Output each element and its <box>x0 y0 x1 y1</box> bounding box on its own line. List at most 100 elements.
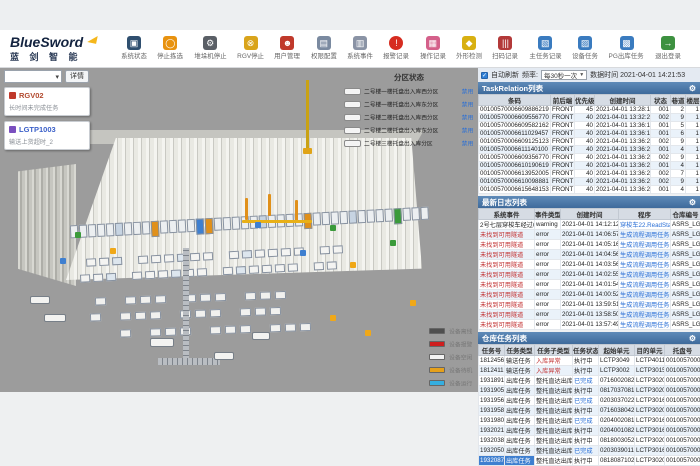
zone-disable-link[interactable]: 禁用 <box>462 139 474 148</box>
table-cell: 整托直达出库 <box>535 406 573 416</box>
column-header[interactable]: 任务号 <box>479 345 505 356</box>
table-row[interactable]: 00100570006610190619FRONT402021-04-01 13… <box>479 162 700 170</box>
table-row[interactable]: 00100570006613952005FRONT402021-04-01 13… <box>479 170 700 178</box>
right-data-panel: ✓ 自动刷新 频率: 每30秒一次▼ 数据时间 2021-04-01 14:21… <box>478 68 700 398</box>
auto-refresh-checkbox[interactable]: ✓ <box>481 72 488 79</box>
table-row[interactable]: 00100570006609886219FRONT452021-04-01 13… <box>479 106 700 114</box>
table-cell: 00100570006609356770 <box>479 154 551 162</box>
toolbar-button-system-events[interactable]: ▥ 系统事件 <box>346 36 374 61</box>
device-filter-select[interactable]: ▾ <box>4 70 62 83</box>
zone-toggle[interactable] <box>344 101 361 108</box>
table-row[interactable]: 00100570006615648153FRONT402021-04-01 13… <box>479 186 700 194</box>
table-row[interactable]: 1931905出库任务整托直达出库执行中0817037081LCTP302000… <box>479 386 700 396</box>
table-row[interactable]: 1931956出库任务整托直达出库已完成0203037022LCTP301600… <box>479 396 700 406</box>
column-header[interactable]: 起始单元 <box>599 345 635 356</box>
conveyor-cell <box>151 221 160 237</box>
table-row[interactable]: 未找到可用隧道error2021-04-01 14:05:16生成流程调用任务引… <box>479 240 700 250</box>
column-header[interactable]: 任务子类型 <box>535 345 573 356</box>
zone-disable-link[interactable]: 禁用 <box>462 87 474 96</box>
toolbar-button-user-admin[interactable]: ☻ 用户管理 <box>273 36 301 61</box>
device-alert-card[interactable]: RGV02 长时间未完成任务 <box>4 87 90 116</box>
table-row[interactable]: 00100570006609125123FRONT402021-04-01 13… <box>479 138 700 146</box>
zone-toggle[interactable] <box>344 127 361 134</box>
table-row[interactable]: 未找到可用隧道error2021-04-01 14:02:55生成流程调用任务引… <box>479 270 700 280</box>
conveyor-cell <box>106 223 115 236</box>
table-row[interactable]: 2号七层穿梭车经过03路闪红灯异常warning2021-04-01 14:12… <box>479 220 700 230</box>
table-row[interactable]: 1932021出库任务整托直达出库执行中0204001082LCTP301600… <box>479 426 700 436</box>
table-row[interactable]: 未找到可用隧道error2021-04-01 14:04:56生成流程调用任务引… <box>479 250 700 260</box>
zone-panel-title: 分区状态 <box>344 72 474 83</box>
zone-toggle[interactable] <box>344 88 361 95</box>
table-row[interactable]: 未找到可用隧道error2021-04-01 13:59:51生成流程调用任务引… <box>479 300 700 310</box>
table-row[interactable]: 1812411输送任务入库异常执行中LCTP3002LCTP3015001005… <box>479 366 700 376</box>
table-row[interactable]: 00100570006610098881FRONT402021-04-01 13… <box>479 178 700 186</box>
table-row[interactable]: 未找到可用隧道error2021-04-01 14:06:57生成流程调用任务引… <box>479 230 700 240</box>
table-cell: 2021-04-01 14:05:16 <box>561 240 619 250</box>
device-alert-card[interactable]: LGTP1003 输送上货超时_2 <box>4 121 90 150</box>
table-row[interactable]: 00100570006609556770FRONT402021-04-01 13… <box>479 114 700 122</box>
column-header[interactable]: 前后端 <box>551 95 575 106</box>
table-row[interactable]: 未找到可用隧道error2021-04-01 14:01:54生成流程调用任务引… <box>479 280 700 290</box>
toolbar-button-system-status[interactable]: ▣ 系统状态 <box>120 36 148 61</box>
toolbar-button-perm-config[interactable]: ▤ 权限配置 <box>310 36 338 61</box>
toolbar-button-device-tasks[interactable]: ▨ 设备任务 <box>571 36 599 61</box>
toolbar-button-scan-records[interactable]: ||| 扫码记录 <box>491 36 519 61</box>
column-header[interactable]: 创建时间 <box>595 95 651 106</box>
table-row[interactable]: 未找到可用隧道error2021-04-01 13:58:50生成流程调用任务引… <box>479 310 700 320</box>
column-header[interactable]: 楼层 <box>686 95 700 106</box>
table-row[interactable]: 00100570006609582162FRONT402021-04-01 13… <box>479 122 700 130</box>
column-header[interactable]: 优先级 <box>575 95 595 106</box>
gear-icon[interactable]: ⚙ <box>689 334 696 343</box>
table-row[interactable]: 1931891出库任务整托直达出库已完成0716002082LCTP302000… <box>479 376 700 386</box>
table-row[interactable]: 1932038出库任务整托直达出库执行中0818003052LCTP302000… <box>479 436 700 446</box>
table-row[interactable]: 未找到可用隧道error2021-04-01 14:00:52生成流程调用任务引… <box>479 290 700 300</box>
column-header[interactable]: 创建时间 <box>561 209 619 220</box>
toolbar-button-main-tasks[interactable]: ▧ 主任务记录 <box>528 36 563 61</box>
column-header[interactable]: 事件类型 <box>535 209 561 220</box>
toolbar-button-pg-out-tasks[interactable]: ▩ PG出库任务 <box>607 36 645 61</box>
toolbar-button-shape-check[interactable]: ◆ 外形检测 <box>455 36 483 61</box>
column-header[interactable]: 程序 <box>619 209 671 220</box>
table-row[interactable]: 1812456输送任务入库异常执行中LCTP3049LCTP4011001005… <box>479 356 700 366</box>
toolbar-button-rgv-stop[interactable]: ⊗ RGV停止 <box>236 36 265 61</box>
pallet <box>195 327 206 335</box>
toolbar-button-stop-picking[interactable]: ◯ 停止拣选 <box>156 36 184 61</box>
warehouse-3d-view[interactable]: ▾ 详情 RGV02 长时间未完成任务 LGTP1003 输送上货超时_2 分区… <box>0 68 478 392</box>
zone-toggle[interactable] <box>344 114 361 121</box>
toolbar-button-alarm-records[interactable]: ! 报警记录 <box>382 36 410 61</box>
gear-icon[interactable]: ⚙ <box>689 198 696 207</box>
table-row[interactable]: 00100570006611140100FRONT402021-04-01 13… <box>479 146 700 154</box>
toolbar-button-stacker-stop[interactable]: ⚙ 堆垛机停止 <box>193 36 228 61</box>
zone-disable-link[interactable]: 禁用 <box>462 100 474 109</box>
column-header[interactable]: 任务状态 <box>573 345 599 356</box>
column-header[interactable]: 仓库编号 <box>671 209 700 220</box>
column-header[interactable]: 托盘号 <box>665 345 700 356</box>
detail-button[interactable]: 详情 <box>65 70 89 83</box>
table-row[interactable]: 1932087出库任务整托直达出库执行中0818087102LCTP302000… <box>479 456 700 466</box>
table-cell: 00100570006613952005 <box>479 170 551 178</box>
table-row[interactable]: 1931980出库任务整托直达出库已完成0204002081LCTP301600… <box>479 416 700 426</box>
table-row[interactable]: 1931958出库任务整托直达出库执行中0716038042LCTP302000… <box>479 406 700 416</box>
zone-disable-link[interactable]: 禁用 <box>462 113 474 122</box>
table-row[interactable]: 未找到可用隧道error2021-04-01 13:57:49生成流程调用任务引… <box>479 320 700 330</box>
frequency-select[interactable]: 每30秒一次▼ <box>541 70 587 80</box>
table-row[interactable]: 00100570006611029457FRONT402021-04-01 13… <box>479 130 700 138</box>
column-header[interactable]: 巷道 <box>671 95 686 106</box>
table-row[interactable]: 未找到可用隧道error2021-04-01 14:03:56生成流程调用任务引… <box>479 260 700 270</box>
table-cell: 7 <box>671 170 686 178</box>
zone-toggle[interactable] <box>344 140 361 147</box>
table-row[interactable]: 1932050出库任务整托直达出库已完成0203039011LCTP301600… <box>479 446 700 456</box>
column-header[interactable]: 条码 <box>479 95 551 106</box>
column-header[interactable]: 目的单元 <box>635 345 665 356</box>
column-header[interactable]: 状态 <box>651 95 671 106</box>
table-row[interactable]: 00100570006609356770FRONT402021-04-01 13… <box>479 154 700 162</box>
gear-icon[interactable]: ⚙ <box>689 84 696 93</box>
toolbar-button-op-records[interactable]: ▦ 操作记录 <box>419 36 447 61</box>
column-header[interactable]: 任务类型 <box>505 345 535 356</box>
zone-row: 二号楼二楼托盘出入库东分区 禁用 <box>344 125 474 135</box>
toolbar-button-logout[interactable]: → 退出登录 <box>654 36 682 61</box>
column-header[interactable]: 系统事件 <box>479 209 535 220</box>
toolbar-button-label: 报警记录 <box>384 51 410 60</box>
table-cell: 0010057000660 <box>665 356 700 366</box>
zone-disable-link[interactable]: 禁用 <box>462 126 474 135</box>
